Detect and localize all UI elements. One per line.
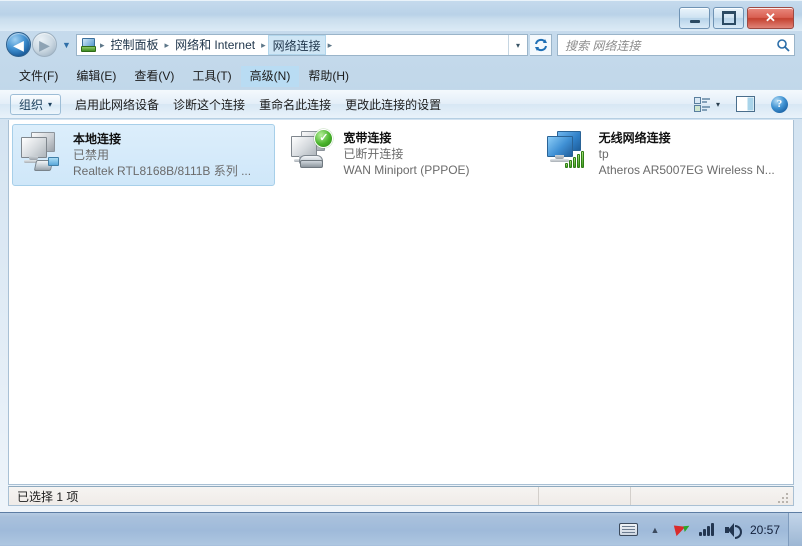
minimize-button[interactable] [679, 7, 710, 29]
connected-check-icon: ✓ [314, 129, 334, 148]
connection-device: Realtek RTL8168B/8111B 系列 ... [73, 164, 252, 178]
search-input[interactable]: 搜索 网络连接 [557, 34, 795, 56]
connection-status: 已禁用 [73, 148, 110, 162]
search-placeholder: 搜索 网络连接 [565, 38, 641, 53]
broadband-modem-icon: ✓ [287, 128, 339, 176]
resize-grip[interactable] [778, 491, 791, 504]
organize-button[interactable]: 组织 ▾ [10, 93, 62, 115]
connection-status: 已断开连接 [343, 147, 404, 161]
breadcrumb[interactable]: ▸ 控制面板 ▸ 网络和 Internet ▸ 网络连接 ▸ ▾ [76, 34, 528, 56]
taskbar: ▲ 20:57 [0, 512, 802, 546]
list-item-texts: 宽带连接 已断开连接 WAN Miniport (PPPOE) [339, 128, 469, 178]
chevron-down-icon: ▾ [48, 99, 53, 109]
close-button[interactable]: ✕ [747, 7, 794, 29]
search-icon [772, 38, 794, 52]
forward-button[interactable]: ▶ [32, 32, 57, 57]
breadcrumb-item-network-and-internet[interactable]: 网络和 Internet [171, 35, 259, 55]
list-item-texts: 本地连接 已禁用 Realtek RTL8168B/8111B 系列 ... [69, 129, 251, 179]
menu-help[interactable]: 帮助(H) [299, 66, 358, 87]
network-folder-icon [80, 37, 96, 53]
close-icon: ✕ [765, 10, 776, 25]
minimize-icon [680, 8, 709, 28]
network-signal-icon[interactable] [694, 513, 720, 546]
preview-pane-icon [736, 96, 755, 112]
connection-device: Atheros AR5007EG Wireless N... [598, 163, 775, 177]
list-item-texts: 无线网络连接 tp Atheros AR5007EG Wireless N... [595, 128, 775, 178]
connection-status: tp [598, 147, 609, 161]
forward-arrow-icon: ▶ [39, 36, 50, 53]
menu-bar: 文件(F) 编辑(E) 查看(V) 工具(T) 高级(N) 帮助(H) [0, 64, 802, 89]
breadcrumb-separator[interactable]: ▸ [326, 40, 335, 51]
menu-tools[interactable]: 工具(T) [183, 66, 240, 87]
organize-label: 组织 [19, 97, 44, 112]
clock[interactable]: 20:57 [746, 523, 788, 537]
flag-action-center-icon[interactable] [668, 513, 694, 546]
enable-device-button[interactable]: 启用此网络设备 [75, 96, 159, 113]
list-item[interactable]: 无线网络连接 tp Atheros AR5007EG Wireless N... [539, 124, 793, 186]
breadcrumb-item-network-connections[interactable]: 网络连接 [267, 35, 326, 55]
menu-view[interactable]: 查看(V) [125, 66, 183, 87]
command-toolbar: 组织 ▾ 启用此网络设备 诊断这个连接 重命名此连接 更改此连接的设置 ▾ ? [0, 89, 802, 119]
status-separator [630, 487, 632, 505]
connection-device: WAN Miniport (PPPOE) [343, 163, 470, 177]
title-bar: ✕ [0, 0, 802, 31]
explorer-window: ✕ ◀ ▶ ▼ ▸ 控制面板 ▸ 网络和 Internet ▸ 网络连接 ▸ ▾… [0, 0, 802, 512]
ime-keyboard-icon[interactable] [616, 513, 642, 546]
toolbar-right-group: ▾ ? [688, 93, 802, 115]
connections-list[interactable]: 本地连接 已禁用 Realtek RTL8168B/8111B 系列 ... ✓… [8, 120, 794, 485]
help-icon: ? [771, 95, 788, 113]
refresh-icon [534, 38, 547, 52]
rename-connection-button[interactable]: 重命名此连接 [259, 96, 331, 113]
change-view-button[interactable]: ▾ [688, 93, 726, 115]
connections-row: 本地连接 已禁用 Realtek RTL8168B/8111B 系列 ... ✓… [9, 120, 793, 186]
chevron-down-icon: ▾ [715, 99, 720, 109]
back-arrow-icon: ◀ [13, 36, 24, 53]
diagnose-connection-button[interactable]: 诊断这个连接 [173, 96, 245, 113]
connection-name: 宽带连接 [343, 131, 392, 145]
list-item[interactable]: ✓ 宽带连接 已断开连接 WAN Miniport (PPPOE) [283, 124, 530, 186]
status-bar: 已选择 1 项 [8, 486, 794, 506]
show-hidden-icons-icon[interactable]: ▲ [642, 513, 668, 546]
window-controls: ✕ [679, 7, 794, 29]
chevron-down-icon[interactable]: ▾ [508, 35, 527, 55]
menu-advanced[interactable]: 高级(N) [240, 66, 300, 87]
volume-speaker-icon[interactable] [720, 513, 746, 546]
breadcrumb-separator[interactable]: ▸ [98, 40, 107, 51]
refresh-button[interactable] [530, 34, 552, 56]
lan-adapter-icon [17, 129, 69, 177]
status-text: 已选择 1 项 [17, 489, 79, 504]
show-preview-pane-button[interactable] [726, 93, 765, 115]
navigation-buttons: ◀ ▶ ▼ [6, 32, 72, 57]
maximize-icon [714, 8, 743, 28]
back-button[interactable]: ◀ [6, 32, 31, 57]
view-list-icon [693, 96, 710, 112]
address-bar-row: ◀ ▶ ▼ ▸ 控制面板 ▸ 网络和 Internet ▸ 网络连接 ▸ ▾ 搜… [0, 30, 802, 61]
change-settings-button[interactable]: 更改此连接的设置 [345, 96, 441, 113]
system-tray: ▲ 20:57 [616, 513, 802, 546]
help-button[interactable]: ? [765, 93, 794, 115]
menu-edit[interactable]: 编辑(E) [67, 66, 125, 87]
recent-pages-button[interactable]: ▼ [61, 32, 72, 57]
maximize-button[interactable] [713, 7, 744, 29]
list-item[interactable]: 本地连接 已禁用 Realtek RTL8168B/8111B 系列 ... [12, 124, 276, 186]
breadcrumb-item-control-panel[interactable]: 控制面板 [107, 35, 163, 55]
status-separator [538, 487, 540, 505]
connection-name: 无线网络连接 [598, 131, 671, 145]
wireless-adapter-icon [543, 128, 595, 176]
breadcrumb-separator[interactable]: ▸ [259, 40, 268, 51]
menu-file[interactable]: 文件(F) [10, 66, 67, 87]
show-desktop-button[interactable] [788, 513, 802, 546]
breadcrumb-separator[interactable]: ▸ [163, 40, 172, 51]
connection-name: 本地连接 [73, 132, 122, 146]
signal-strength-icon [564, 151, 587, 168]
